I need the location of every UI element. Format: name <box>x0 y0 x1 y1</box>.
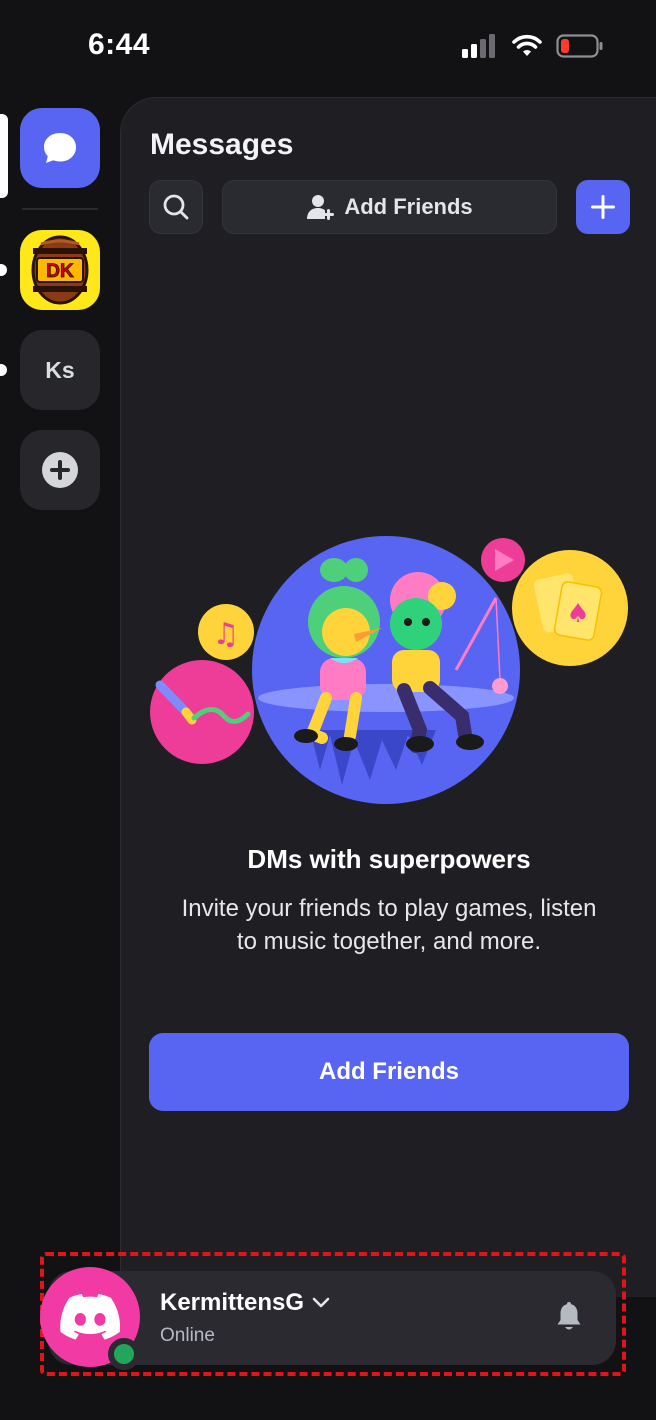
add-server-button[interactable] <box>20 430 100 510</box>
add-friends-header-button[interactable]: Add Friends <box>222 180 557 234</box>
unread-indicator <box>0 264 7 276</box>
svg-text:DK: DK <box>46 261 74 282</box>
add-friend-icon <box>307 195 335 220</box>
page-title: Messages <box>150 128 294 161</box>
status-bar: 6:44 <box>0 0 656 96</box>
username[interactable]: KermittensG <box>160 1289 330 1317</box>
cellular-signal-icon <box>462 34 495 58</box>
online-status-indicator <box>108 1338 140 1370</box>
user-status-text: Online <box>160 1325 215 1346</box>
username-label: KermittensG <box>160 1289 305 1316</box>
chat-bubble-icon <box>44 133 76 163</box>
dk-barrel-icon: DK <box>31 235 89 305</box>
direct-messages-button[interactable] <box>20 108 100 188</box>
search-button[interactable] <box>149 180 203 234</box>
wifi-icon <box>512 34 542 56</box>
selected-indicator <box>0 114 8 198</box>
battery-low-icon <box>556 34 603 58</box>
status-time: 6:44 <box>88 28 151 61</box>
add-friends-button[interactable]: Add Friends <box>149 1033 629 1111</box>
server-ks[interactable]: Ks <box>20 330 100 410</box>
svg-text:♠: ♠ <box>566 599 589 629</box>
plus-icon <box>591 195 615 219</box>
discord-logo-icon <box>60 1294 120 1340</box>
server-ks-label: Ks <box>45 356 75 383</box>
add-friends-header-label: Add Friends <box>344 194 473 219</box>
svg-text:♫: ♫ <box>213 617 240 652</box>
server-donkey-kong[interactable]: DK <box>20 230 100 310</box>
rail-separator <box>22 208 98 210</box>
plus-circle-icon <box>42 452 78 488</box>
notifications-button[interactable] <box>552 1300 586 1334</box>
empty-state-illustration: ♫ ♠ <box>150 536 628 804</box>
add-friends-button-label: Add Friends <box>318 1058 459 1085</box>
bell-icon <box>557 1302 581 1330</box>
empty-state-title: DMs with superpowers <box>247 844 531 874</box>
status-icons <box>462 34 604 58</box>
empty-state-description: Invite your friends to play games, liste… <box>181 895 597 955</box>
unread-indicator <box>0 364 7 376</box>
search-icon <box>163 194 189 220</box>
chevron-down-icon <box>312 1297 330 1308</box>
new-message-button[interactable] <box>576 180 630 234</box>
server-rail: DK Ks <box>0 96 120 1246</box>
